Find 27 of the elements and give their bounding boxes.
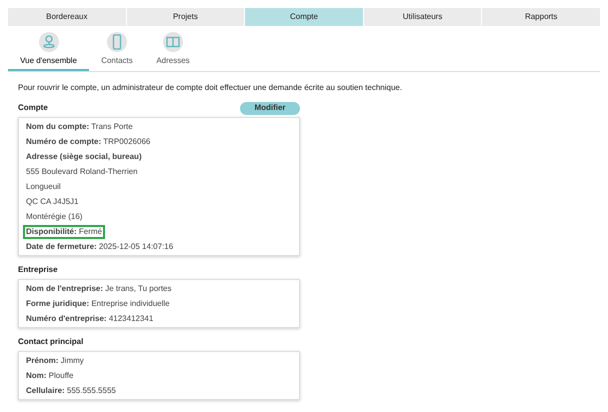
phone-icon: [107, 32, 127, 52]
edit-button[interactable]: Modifier: [240, 102, 300, 114]
section-heading: Contact principal: [18, 336, 84, 348]
section-heading: Entreprise: [18, 264, 58, 276]
info-row-text: 555 Boulevard Roland-Therrien: [25, 166, 139, 178]
info-row-text: Nom: Plouffe: [25, 370, 74, 382]
subtab[interactable]: Contacts: [89, 30, 145, 71]
info-row-text: Date de fermeture: 2025-12-05 14:07:16: [25, 240, 174, 252]
info-row-text: Montérégie (16): [25, 210, 84, 223]
info-row-text: Nom de l'entreprise: Je trans, Tu portes: [25, 282, 173, 295]
info-row: Disponibilité: Fermé: [23, 224, 106, 238]
tab[interactable]: Compte: [244, 8, 363, 26]
subtab[interactable]: Adresses: [145, 30, 201, 71]
info-row-text: Longueuil: [25, 180, 62, 193]
info-row-text: Cellulaire: 555.555.5555: [25, 384, 117, 396]
book-icon: [163, 32, 183, 52]
info-row-text: Numéro d'entreprise: 4123412341: [25, 312, 154, 325]
info-row-text: Forme juridique: Entreprise individuelle: [25, 298, 171, 310]
section-heading: Compte: [18, 102, 48, 114]
info-row-text: Nom du compte: Trans Porte: [25, 120, 134, 133]
subtab[interactable]: Vue d'ensemble: [8, 30, 89, 71]
person-icon: [38, 32, 58, 52]
info-row-text: Numéro de compte: TRP0026066: [25, 136, 152, 148]
info-row-text: Adresse (siège social, bureau): [25, 150, 143, 163]
notice-text: Pour rouvrir le compte, un administrateur de compte doit effectuer une demande écrite au soutien technique.: [18, 82, 404, 94]
info-row-text: Prénom: Jimmy: [25, 354, 85, 367]
info-row-text: QC CA J4J5J1: [25, 196, 80, 208]
